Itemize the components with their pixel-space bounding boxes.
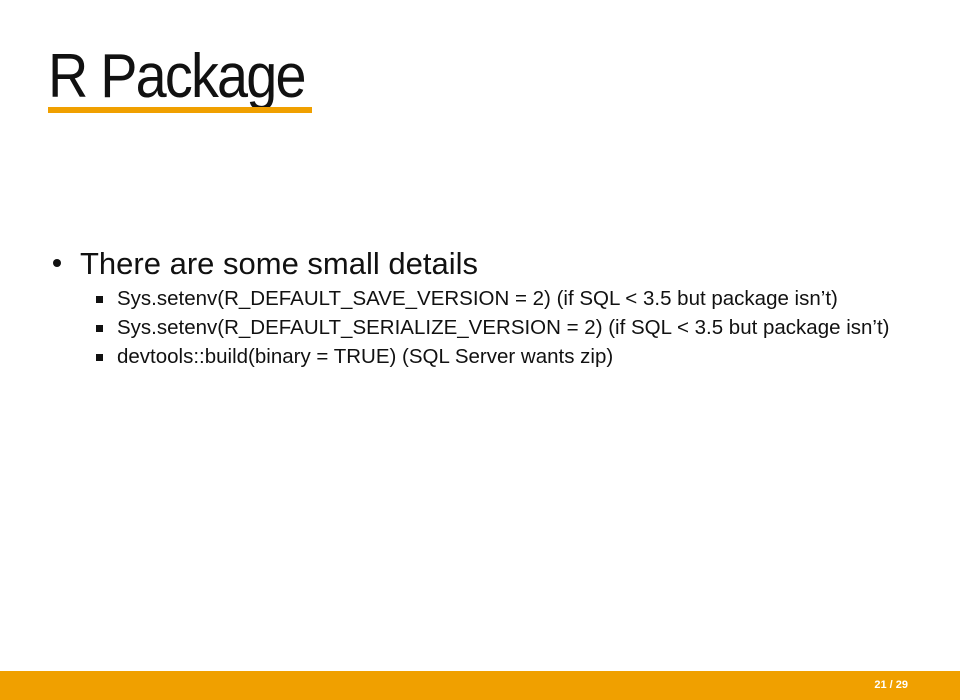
title-underline [48,107,312,113]
page-number: 21 / 29 [874,679,908,691]
bullet-square-icon [96,296,103,303]
bullet-square-icon [96,354,103,361]
sub-bullet-text: Sys.setenv(R_DEFAULT_SERIALIZE_VERSION =… [117,316,890,339]
bullet-square-icon [96,325,103,332]
list-item: There are some small details Sys.setenv(… [50,244,930,371]
sub-list-item: Sys.setenv(R_DEFAULT_SERIALIZE_VERSION =… [80,313,930,342]
sub-bullet-text: devtools::build(binary = TRUE) (SQL Serv… [117,345,614,368]
slide: R Package There are some small details S… [0,0,960,700]
sub-list-item: Sys.setenv(R_DEFAULT_SAVE_VERSION = 2) (… [80,284,930,313]
sub-list-item: devtools::build(binary = TRUE) (SQL Serv… [80,342,930,371]
slide-content: There are some small details Sys.setenv(… [50,244,930,371]
sub-bullet-text: Sys.setenv(R_DEFAULT_SAVE_VERSION = 2) (… [117,287,838,310]
bullet-list: There are some small details Sys.setenv(… [50,244,930,371]
bullet-disc-icon [53,259,61,267]
page-title: R Package [48,42,307,111]
sub-bullet-list: Sys.setenv(R_DEFAULT_SAVE_VERSION = 2) (… [80,284,930,371]
bullet-text: There are some small details [80,246,478,281]
footer-bar: 21 / 29 [0,671,960,700]
title-block: R Package [48,42,333,113]
